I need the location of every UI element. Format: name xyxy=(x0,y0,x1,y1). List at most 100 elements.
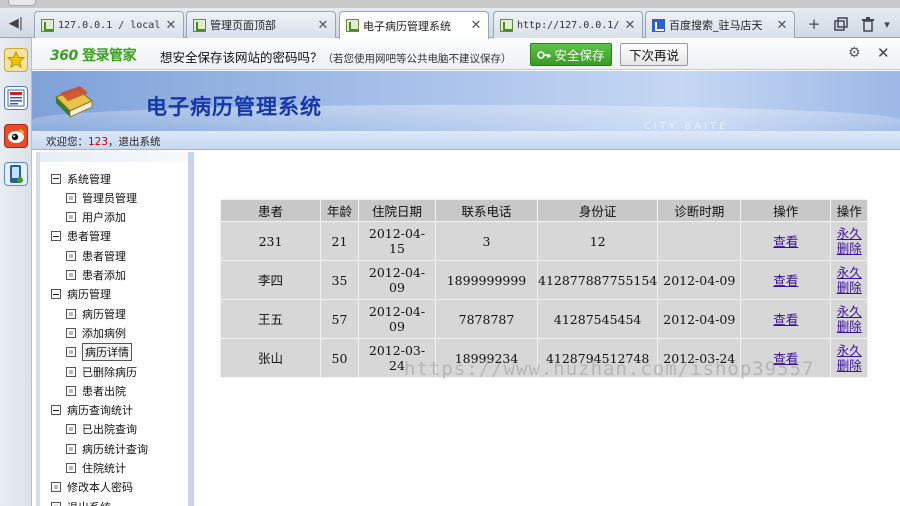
tab-close-icon[interactable]: ✕ xyxy=(470,18,482,33)
password-save-bar: 360 登录管家 想安全保存该网站的密码吗？（若您使用网吧等公共电脑不建议保存）… xyxy=(32,39,900,70)
browser-tab-bar: ◀| 127.0.0.1 / local ✕ 管理页面顶部 ✕ 电子病历管理系统 ✕ htt… xyxy=(0,8,900,39)
sidebar-item[interactable]: 患者添加 xyxy=(66,266,126,285)
sidebar-item-label: 病历管理 xyxy=(67,288,111,302)
sidebar-item[interactable]: 已出院查询 xyxy=(66,420,137,439)
view-link[interactable]: 查看 xyxy=(773,273,798,288)
patient-name-cell: 张山 xyxy=(220,338,321,378)
tab-close-icon[interactable]: ✕ xyxy=(624,18,636,33)
delete-line1: 永久 xyxy=(836,265,862,280)
mobile-sync-button[interactable] xyxy=(4,162,28,186)
browser-tab-label: 管理页面顶部 xyxy=(210,19,276,32)
restore-tab-button[interactable] xyxy=(830,13,852,35)
sidebar-item-label: 用户添加 xyxy=(82,211,126,225)
collapse-minus-icon[interactable] xyxy=(51,405,61,416)
permanent-delete-cell: 永久 删除 xyxy=(830,299,869,339)
delete-line2: 删除 xyxy=(836,241,862,256)
safe-save-button[interactable]: 安全保存 xyxy=(530,43,612,66)
close-icon[interactable]: ✕ xyxy=(877,44,890,62)
sidebar-item-label: 管理员管理 xyxy=(82,191,137,205)
collapse-minus-icon[interactable] xyxy=(51,173,61,184)
admission-date-cell: 2012-04- 15 xyxy=(358,221,436,261)
window-handle[interactable] xyxy=(8,0,36,6)
browser-tab[interactable]: 127.0.0.1 / local ✕ xyxy=(34,11,184,38)
page-favicon-icon xyxy=(193,18,206,32)
sidebar-group[interactable]: 病历查询统计 xyxy=(51,401,133,420)
watermark-text: https://www.huzhan.com/ishop39557 xyxy=(404,358,815,380)
sidebar-item-label: 修改本人密码 xyxy=(67,481,133,495)
permanent-delete-link[interactable]: 永久 删除 xyxy=(831,343,867,373)
sidebar-item[interactable]: 用户添加 xyxy=(66,208,126,227)
logout-link[interactable]: ，退出系统 xyxy=(108,136,161,148)
view-link[interactable]: 查看 xyxy=(773,312,798,327)
admission-date-line2: 09 xyxy=(389,280,405,295)
sidebar-item-label: 病历统计查询 xyxy=(82,442,148,456)
tab-menu-dropdown[interactable]: ▾ xyxy=(876,13,898,35)
permanent-delete-link[interactable]: 永久 删除 xyxy=(831,304,867,334)
sidebar-item[interactable]: 患者出院 xyxy=(66,381,126,400)
page-leaf-icon xyxy=(66,424,76,435)
welcome-bar: 欢迎您：123，退出系统 xyxy=(32,131,900,150)
page-leaf-icon xyxy=(66,385,76,396)
page-leaf-icon xyxy=(66,212,76,223)
page-leaf-icon xyxy=(66,347,76,358)
table-row: 231 21 2012-04- 15 3 12 查看 永久 删除 xyxy=(220,221,869,261)
sidebar-item-label: 住院统计 xyxy=(82,462,126,475)
column-header: 住院日期 xyxy=(358,199,436,222)
sidebar-item-label: 已删除病历 xyxy=(82,365,137,379)
sidebar-item-label: 系统管理 xyxy=(67,172,111,186)
remind-later-button[interactable]: 下次再说 xyxy=(620,43,688,66)
collapse-minus-icon[interactable] xyxy=(51,289,61,300)
safe-save-label: 安全保存 xyxy=(554,48,605,63)
sidebar-item[interactable]: 修改本人密码 xyxy=(51,478,133,497)
permanent-delete-cell: 永久 删除 xyxy=(830,221,869,261)
tab-close-icon[interactable]: ✕ xyxy=(165,18,177,33)
tab-close-icon[interactable]: ✕ xyxy=(317,18,329,33)
tab-close-icon[interactable]: ✕ xyxy=(776,18,788,33)
password-save-question: 想安全保存该网站的密码吗？（若您使用网吧等公共电脑不建议保存） xyxy=(160,50,512,65)
browser-tab[interactable]: 管理页面顶部 ✕ xyxy=(186,11,336,38)
gear-icon[interactable]: ⚙ xyxy=(848,45,861,61)
sidebar-item[interactable]: 病历管理 xyxy=(66,304,126,323)
sidebar-item[interactable]: 管理员管理 xyxy=(66,188,137,207)
sidebar-item[interactable]: 患者管理 xyxy=(66,246,126,265)
news-button[interactable] xyxy=(4,86,28,110)
permanent-delete-link[interactable]: 永久 删除 xyxy=(831,265,867,295)
weibo-button[interactable] xyxy=(4,124,28,148)
view-cell: 查看 xyxy=(740,260,832,300)
admission-date-line1: 2012-04- xyxy=(368,304,426,319)
view-link[interactable]: 查看 xyxy=(773,234,798,249)
sidebar-item-label: 病历查询统计 xyxy=(67,404,133,418)
browser-tab[interactable]: 电子病历管理系统 ✕ xyxy=(339,11,489,39)
sidebar-item[interactable]: 已删除病历 xyxy=(66,362,137,381)
page-leaf-icon xyxy=(66,192,76,203)
sidebar-item[interactable]: 病历详情 xyxy=(66,343,132,362)
collapse-minus-icon[interactable] xyxy=(51,231,61,242)
books-icon xyxy=(55,86,93,118)
admission-date-cell: 2012-04- 09 xyxy=(358,260,436,300)
browser-tab[interactable]: http://127.0.0.1/ ✕ xyxy=(493,11,643,38)
sidebar-item[interactable]: 住院统计 xyxy=(66,459,126,478)
sidebar-group[interactable]: 患者管理 xyxy=(51,227,111,246)
permanent-delete-link[interactable]: 永久 删除 xyxy=(831,226,867,256)
sidebar-top-cap xyxy=(40,152,188,162)
current-username: 123 xyxy=(88,136,109,148)
sidebar-item-label: 患者管理 xyxy=(82,249,126,263)
sidebar-group[interactable]: 病历管理 xyxy=(51,285,111,304)
medical-records-table: 患者 年龄 住院日期 联系电话 身份证 诊断时期 操作 操作 231 21 2012-04- 15 3… xyxy=(220,199,869,378)
welcome-prefix: 欢迎您： xyxy=(46,136,88,148)
browser-tab[interactable]: 百度搜索_驻马店天 ✕ xyxy=(645,11,795,38)
sidebar-item-label: 患者出院 xyxy=(82,384,126,398)
trash-icon xyxy=(862,16,874,32)
delete-line2: 删除 xyxy=(836,319,862,334)
permanent-delete-cell: 永久 删除 xyxy=(830,260,869,300)
page-leaf-icon xyxy=(51,501,61,506)
sidebar-group[interactable]: 系统管理 xyxy=(51,169,111,188)
new-tab-button[interactable]: + xyxy=(803,13,825,35)
sidebar-item[interactable]: 退出系统 xyxy=(51,497,111,506)
sidebar-item[interactable]: 添加病例 xyxy=(66,323,126,342)
sidebar-item[interactable]: 病历统计查询 xyxy=(66,439,148,458)
admission-date-line1: 2012-03- xyxy=(368,343,426,358)
favorites-star-button[interactable] xyxy=(4,48,28,72)
delete-line1: 永久 xyxy=(836,226,862,241)
back-arrow-icon[interactable]: ◀| xyxy=(0,8,32,38)
